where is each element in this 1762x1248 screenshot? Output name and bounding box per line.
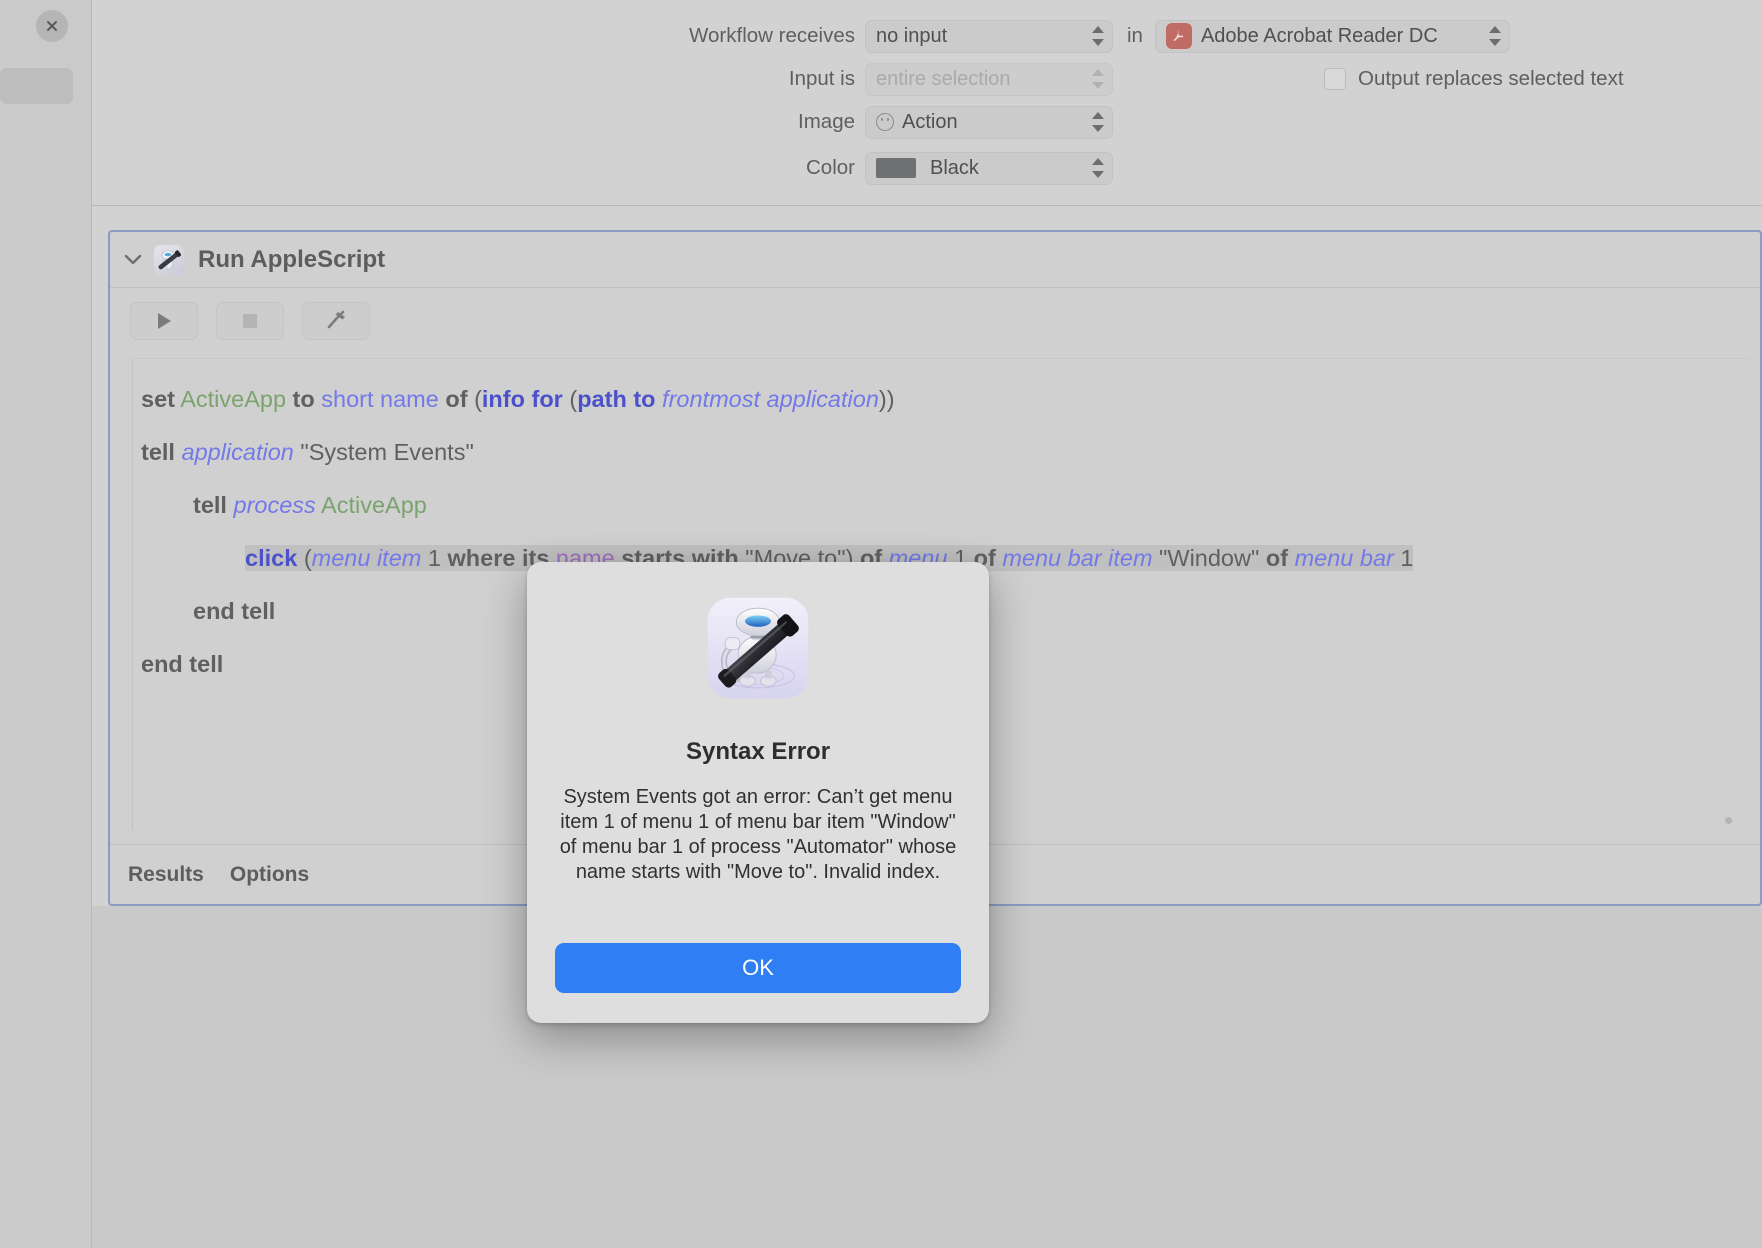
chevron-down-icon[interactable] (122, 249, 144, 271)
script-toolbar (110, 288, 1760, 350)
automator-window: Workflow receives no input in Adobe Acro… (0, 0, 1762, 1248)
action-smiley-icon (876, 113, 894, 131)
ok-button[interactable]: OK (555, 943, 961, 993)
play-icon (158, 313, 171, 329)
code-token: process (233, 492, 316, 518)
code-token: ( (474, 386, 482, 412)
image-row: Image Action (680, 105, 1113, 139)
code-token: tell (141, 439, 175, 465)
input-is-label: Input is (788, 67, 855, 90)
workflow-receives-value: no input (876, 24, 948, 47)
code-token: menu item (311, 545, 422, 571)
action-title: Run AppleScript (198, 245, 386, 273)
color-select[interactable]: Black (865, 151, 1113, 185)
input-is-row: Input is entire selection (680, 62, 1113, 96)
code-token: "Window" (1159, 545, 1260, 571)
code-token: ( (569, 386, 578, 412)
code-token: 1 (1400, 545, 1414, 571)
stop-icon (243, 314, 257, 328)
workflow-receives-row: Workflow receives no input in Adobe Acro… (680, 19, 1510, 53)
chevron-updown-icon (1488, 26, 1501, 46)
input-is-value: entire selection (876, 67, 1011, 90)
compile-script-button[interactable] (302, 302, 370, 340)
code-token: ActiveApp (180, 386, 287, 412)
code-token: 1 (427, 545, 441, 571)
editor-resize-handle[interactable] (1725, 817, 1732, 824)
code-token: "System Events" (300, 439, 474, 465)
code-token: info for (481, 386, 563, 412)
acrobat-icon (1165, 23, 1192, 49)
code-token: ( (303, 545, 312, 571)
workflow-receives-label: Workflow receives (689, 24, 855, 47)
output-replaces-row[interactable]: Output replaces selected text (1324, 67, 1624, 91)
target-app-select[interactable]: Adobe Acrobat Reader DC (1154, 19, 1510, 53)
dialog-title: Syntax Error (685, 738, 831, 765)
code-token: menu bar (1294, 545, 1394, 571)
workflow-receives-select[interactable]: no input (865, 19, 1113, 53)
image-label: Image (798, 110, 855, 133)
code-token: tell (193, 492, 227, 518)
chevron-updown-icon (1092, 158, 1104, 178)
image-select[interactable]: Action (865, 105, 1113, 139)
image-value: Action (902, 110, 958, 133)
code-token: ActiveApp (321, 492, 427, 518)
close-icon (47, 21, 57, 31)
tab-results[interactable]: Results (128, 863, 204, 887)
code-token: end tell (193, 598, 276, 624)
action-title-bar: Run AppleScript (110, 232, 1760, 288)
code-token: set (141, 386, 175, 412)
automator-robot-icon (707, 597, 809, 699)
output-replaces-label: Output replaces selected text (1358, 67, 1624, 90)
output-replaces-checkbox[interactable] (1324, 68, 1346, 90)
sidebar (0, 0, 92, 1248)
code-line-3: tell process ActiveApp (141, 479, 1750, 532)
code-line-2: tell application "System Events" (141, 426, 1750, 479)
code-token: frontmost application (662, 386, 879, 412)
hammer-icon (327, 310, 345, 329)
chevron-updown-icon (1092, 69, 1104, 89)
input-is-select[interactable]: entire selection (865, 62, 1113, 96)
color-label: Color (806, 156, 855, 179)
color-swatch (876, 158, 916, 178)
code-token: path to (577, 386, 656, 412)
close-button[interactable] (36, 10, 68, 42)
workflow-config-panel: Workflow receives no input in Adobe Acro… (92, 0, 1762, 206)
color-row: Color Black (680, 151, 1113, 185)
code-line-1: set ActiveApp to short name of (info for… (141, 373, 1750, 426)
code-token: to (292, 386, 315, 412)
code-token: )) (878, 386, 895, 412)
color-value: Black (930, 156, 979, 179)
run-script-button[interactable] (130, 302, 198, 340)
in-label: in (1127, 24, 1143, 47)
target-app-value: Adobe Acrobat Reader DC (1200, 24, 1438, 47)
syntax-error-dialog: Syntax Error System Events got an error:… (527, 562, 989, 1023)
chevron-updown-icon (1092, 26, 1104, 46)
code-token: application (181, 439, 294, 465)
chevron-updown-icon (1092, 112, 1104, 132)
code-token: click (245, 545, 298, 571)
code-token: menu bar item (1002, 545, 1153, 571)
applescript-icon (154, 244, 184, 275)
stop-script-button[interactable] (216, 302, 284, 340)
code-token: of (1265, 545, 1289, 571)
code-token: end tell (141, 651, 224, 677)
code-token: of (445, 386, 468, 412)
code-token: short name (321, 386, 439, 412)
dialog-message: System Events got an error: Can’t get me… (559, 786, 957, 883)
sidebar-placeholder-item[interactable] (0, 68, 73, 104)
tab-options[interactable]: Options (230, 863, 309, 887)
